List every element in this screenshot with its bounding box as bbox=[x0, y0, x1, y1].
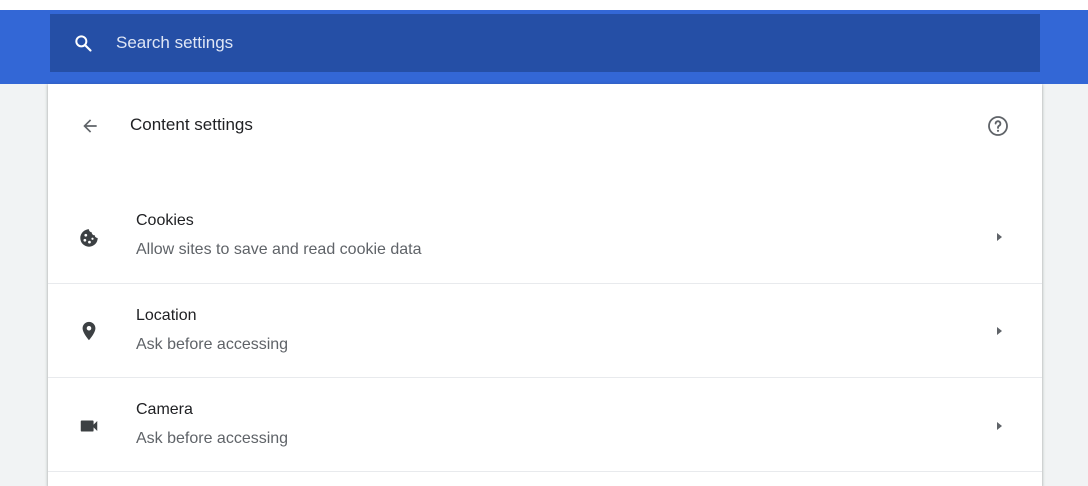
help-icon[interactable] bbox=[984, 112, 1012, 140]
search-input-placeholder[interactable]: Search settings bbox=[116, 33, 233, 53]
list-item-cookies[interactable]: Cookies Allow sites to save and read coo… bbox=[48, 190, 1042, 284]
list-item-subtitle: Ask before accessing bbox=[136, 430, 289, 447]
list-item-location[interactable]: Location Ask before accessing bbox=[48, 284, 1042, 378]
location-pin-icon bbox=[76, 318, 102, 344]
list-item-title: Camera bbox=[136, 401, 193, 418]
panel-header: Content settings bbox=[48, 84, 1042, 166]
list-item-subtitle: Allow sites to save and read cookie data bbox=[136, 241, 422, 258]
list-item-camera[interactable]: Camera Ask before accessing bbox=[48, 378, 1042, 472]
top-toolbar: Search settings bbox=[0, 0, 1088, 84]
list-item-subtitle: Ask before accessing bbox=[136, 336, 289, 353]
videocam-icon bbox=[76, 413, 102, 439]
chevron-right-icon bbox=[992, 230, 1006, 244]
divider bbox=[48, 471, 1042, 472]
chevron-right-icon bbox=[992, 419, 1006, 433]
list-item-title: Location bbox=[136, 307, 197, 324]
list-item-title: Cookies bbox=[136, 212, 194, 229]
arrow-back-icon[interactable] bbox=[76, 112, 104, 140]
toolbar-top-edge bbox=[0, 0, 1088, 10]
content-settings-panel: Content settings Cookies Allow sites to … bbox=[48, 84, 1042, 486]
page-title: Content settings bbox=[130, 115, 253, 134]
search-icon bbox=[72, 32, 94, 54]
chevron-right-icon bbox=[992, 324, 1006, 338]
cookie-icon bbox=[76, 225, 102, 251]
search-box[interactable]: Search settings bbox=[50, 14, 1040, 72]
